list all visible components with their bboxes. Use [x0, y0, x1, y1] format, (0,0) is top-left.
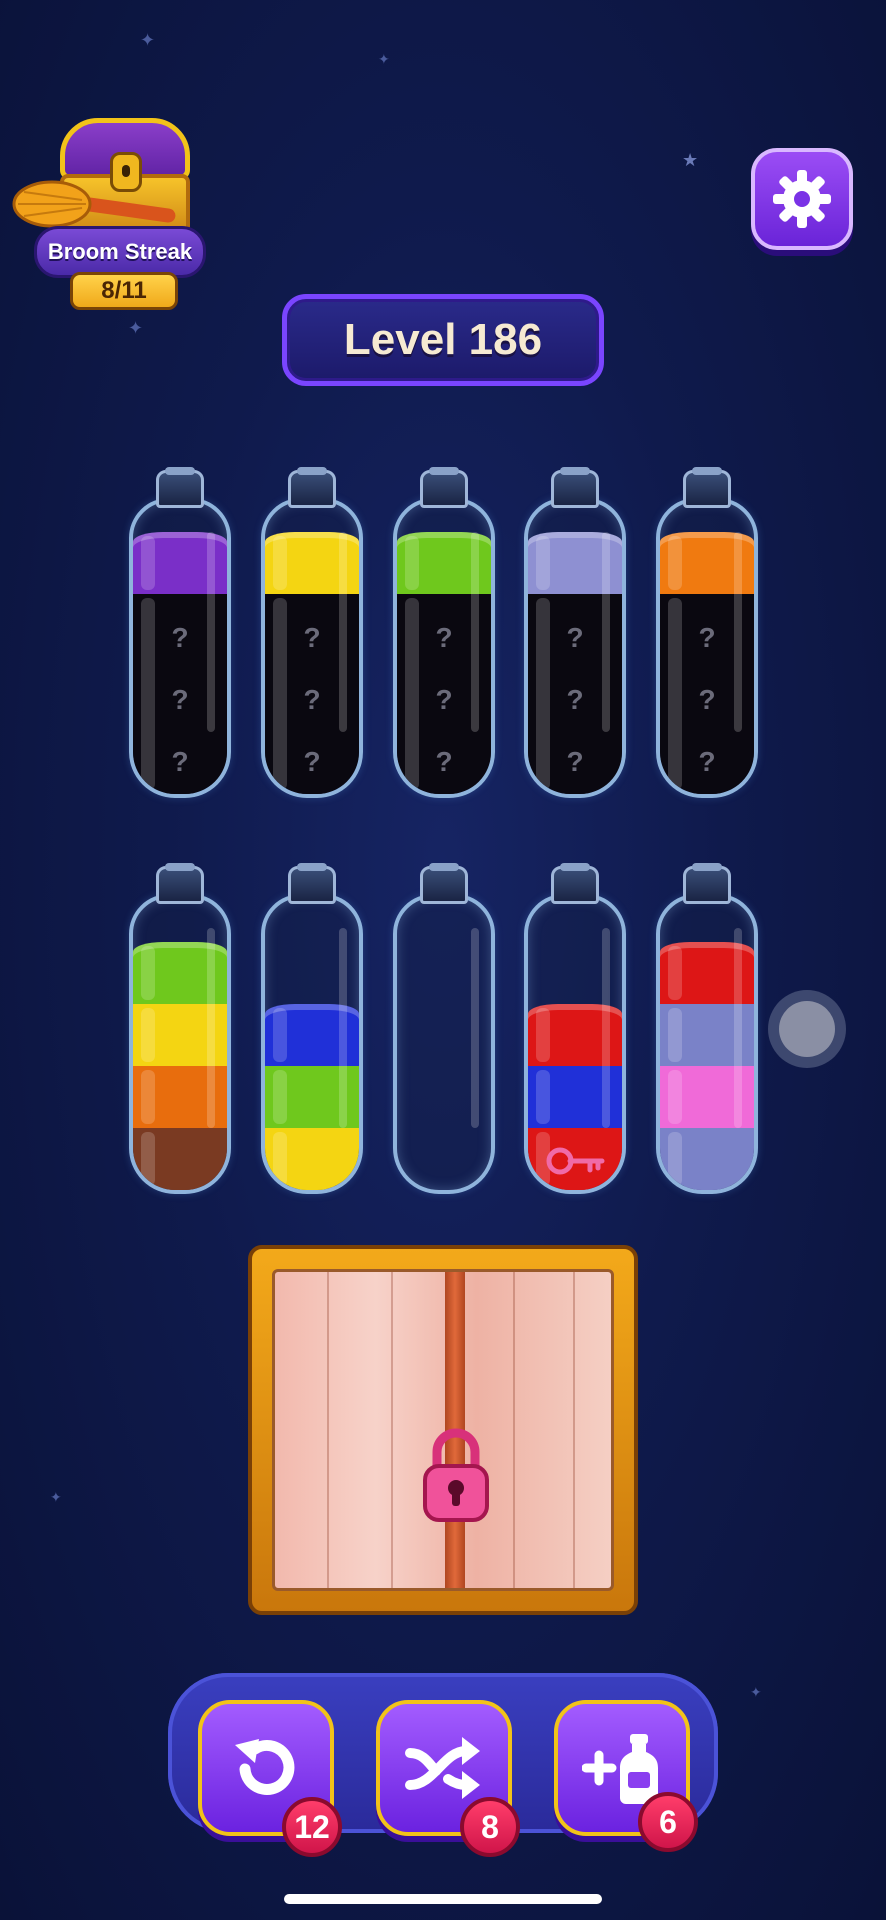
bottle-tube: [129, 894, 231, 1194]
bottle-8[interactable]: [389, 863, 499, 1198]
bottle-1[interactable]: ???: [125, 467, 235, 802]
hidden-layer-mark: ?: [303, 746, 321, 777]
bottle-7[interactable]: [257, 863, 367, 1198]
star-icon: ★: [682, 150, 699, 171]
crate-doors: [272, 1269, 614, 1591]
bottle-neck: [551, 863, 599, 904]
bottle-3[interactable]: ???: [389, 467, 499, 802]
bottle-tube: ???: [656, 498, 758, 798]
bottle-neck: [683, 863, 731, 904]
bottle-tube: [261, 894, 363, 1194]
settings-button[interactable]: [751, 148, 853, 250]
padlock-icon: [423, 1428, 489, 1522]
hidden-layer-mark: ?: [171, 746, 189, 777]
bottle-neck: [420, 863, 468, 904]
broom-streak[interactable]: Broom Streak 8/11: [12, 118, 208, 310]
liquid-layer: [133, 1128, 227, 1190]
bottle-neck: [420, 467, 468, 508]
locked-bottle-crate[interactable]: [248, 1245, 638, 1615]
add-bottle-count-badge: 6: [638, 1792, 698, 1852]
broom-icon: [12, 180, 176, 228]
bottle-neck: [288, 467, 336, 508]
bottle-tube: [524, 894, 626, 1194]
bottle-neck: [156, 863, 204, 904]
plus-bottle-icon: [582, 1734, 658, 1804]
bottle-9[interactable]: [520, 863, 630, 1198]
bottle-5[interactable]: ???: [652, 467, 762, 802]
bottle-neck: [551, 467, 599, 508]
star-icon: ✦: [378, 52, 390, 68]
bottle-neck: [156, 467, 204, 508]
bottle-4[interactable]: ???: [520, 467, 630, 802]
bottle-neck: [683, 467, 731, 508]
key-icon: [546, 1147, 605, 1175]
floating-touch-button[interactable]: [768, 990, 846, 1068]
bottle-tube: [656, 894, 758, 1194]
shuffle-arrows-icon: [405, 1737, 480, 1799]
bottle-tube: ???: [524, 498, 626, 798]
streak-count: 8/11: [70, 272, 178, 310]
shuffle-count-badge: 8: [460, 1797, 520, 1857]
hidden-layer-mark: ?: [566, 746, 584, 777]
bottle-tube: [393, 894, 495, 1194]
bottle-10[interactable]: [652, 863, 762, 1198]
bottle-tube: ???: [129, 498, 231, 798]
bottle-6[interactable]: [125, 863, 235, 1198]
bottle-2[interactable]: ???: [257, 467, 367, 802]
bottle-tube: ???: [393, 498, 495, 798]
star-icon: ✦: [50, 1490, 62, 1506]
hidden-layer-mark: ?: [435, 746, 453, 777]
gear-icon: [773, 170, 831, 228]
streak-label: Broom Streak: [34, 226, 206, 278]
liquid-layer: [660, 1128, 754, 1190]
level-indicator: Level 186: [282, 294, 604, 386]
bottle-neck: [288, 863, 336, 904]
undo-arrow-icon: [235, 1739, 295, 1795]
hidden-layer-mark: ?: [698, 746, 716, 777]
star-icon: ✦: [750, 1685, 762, 1701]
undo-count-badge: 12: [282, 1797, 342, 1857]
bottle-tube: ???: [261, 498, 363, 798]
home-indicator[interactable]: [284, 1894, 602, 1904]
level-label: Level 186: [343, 315, 543, 364]
liquid-layer: [265, 1128, 359, 1190]
star-icon: ✦: [128, 318, 144, 339]
star-icon: ✦: [140, 30, 156, 51]
